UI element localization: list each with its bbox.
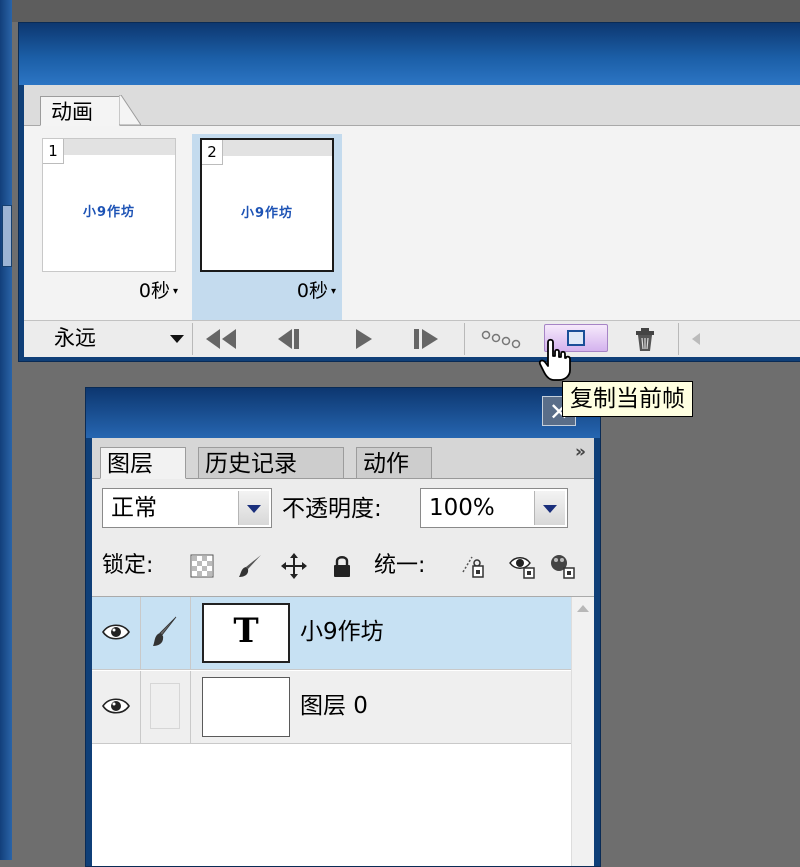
layer-name[interactable]: 小9作坊 [300,615,384,649]
layer-row-image[interactable]: 图层 0 [92,671,572,744]
layers-tab-row: 图层 历史记录 动作 » [92,438,594,479]
text-layer-icon: T [233,611,259,651]
unify-position-icon[interactable] [460,552,488,580]
blend-opacity-row: 正常 不透明度: 100% [92,480,594,532]
unify-visibility-icon[interactable] [508,552,536,580]
toolbar-separator [678,323,679,355]
panel-menu-icon[interactable]: » [575,442,586,462]
eye-icon [102,624,130,640]
blend-mode-value: 正常 [111,495,157,521]
layer-link-toggle[interactable] [140,597,191,669]
tab-history[interactable]: 历史记录 [198,447,344,479]
lock-row: 锁定: 统一: [92,546,594,586]
tab-actions[interactable]: 动作 [356,447,432,479]
opacity-label: 不透明度: [282,496,382,522]
layer-visibility-toggle[interactable] [92,597,141,669]
animation-frame-1[interactable]: 1 小9作坊 0秒 ▾ [34,134,184,320]
frame-thumbnail[interactable]: 1 小9作坊 [42,138,176,272]
first-frame-icon[interactable] [200,325,244,353]
animation-tab-row: 动画 [24,85,800,126]
scroll-up-icon[interactable] [577,605,589,612]
desktop-top-strip [0,0,800,22]
layer-thumbnail[interactable] [202,677,290,737]
layer-thumbnail[interactable]: T [202,603,290,663]
animation-controls-bar: 永远 [24,320,800,357]
tab-actions-label: 动作 [363,451,409,477]
layers-titlebar[interactable]: ✕ [86,388,600,438]
layer-list: T 小9作坊 图层 0 [92,596,594,866]
opacity-value: 100% [429,495,495,521]
frame-content-text: 小9作坊 [82,205,136,220]
tab-layers[interactable]: 图层 [100,447,186,479]
frames-strip: 1 小9作坊 0秒 ▾ 2 小9作坊 0秒 ▾ [24,126,800,320]
tab-animation[interactable]: 动画 [40,96,120,126]
next-frame-icon[interactable] [408,325,448,353]
tween-icon[interactable] [478,325,526,353]
dropdown-arrow-icon [170,335,184,343]
tab-slant-decoration [119,95,141,125]
play-icon[interactable] [346,325,382,353]
trash-icon[interactable] [628,325,662,353]
blend-mode-dropdown[interactable]: 正常 [102,488,272,528]
lock-label: 锁定: [102,553,154,578]
toolbar-separator [192,323,193,355]
scroll-left-icon[interactable] [686,325,706,353]
toolbar-separator [464,323,465,355]
loop-options-dropdown[interactable]: 永远 [54,323,184,353]
lock-image-brush-icon[interactable] [236,552,264,580]
lock-position-move-icon[interactable] [280,552,308,580]
dropdown-arrow-icon [534,491,565,525]
tab-animation-label: 动画 [51,100,93,124]
frame-content-text: 小9作坊 [240,206,294,221]
layer-visibility-toggle[interactable] [92,671,141,743]
tab-history-label: 历史记录 [205,451,297,477]
frame-delay-value: 0秒 [138,280,170,302]
delay-arrow-icon: ▾ [172,285,178,297]
animation-frame-2[interactable]: 2 小9作坊 0秒 ▾ [192,134,342,320]
frame-delay-dropdown[interactable]: 0秒 ▾ [297,278,336,305]
delay-arrow-icon: ▾ [330,285,336,297]
hand-cursor-icon [538,338,571,381]
layers-panel-body: 图层 历史记录 动作 » 正常 不透明度: 100% 锁定: 统一: T 小9作… [92,438,594,866]
layer-list-scrollbar[interactable] [571,597,594,866]
tab-layers-label: 图层 [107,451,153,477]
frame-number: 1 [43,139,64,164]
animation-titlebar[interactable] [19,23,800,85]
brush-icon [153,616,177,646]
frame-number: 2 [202,140,223,165]
animation-window: 动画 1 小9作坊 0秒 ▾ 2 小9作坊 0秒 ▾ 永远 [18,22,800,362]
dropdown-arrow-icon [238,491,269,525]
frame-delay-value: 0秒 [296,280,328,302]
layer-row-text[interactable]: T 小9作坊 [92,597,572,670]
loop-option-value: 永远 [54,326,96,350]
left-window-edge [0,0,12,860]
empty-link-slot [150,683,180,729]
layer-link-toggle[interactable] [140,671,191,743]
opacity-field[interactable]: 100% [420,488,568,528]
lock-transparency-icon[interactable] [188,552,216,580]
layer-name[interactable]: 图层 0 [300,689,368,723]
eye-icon [102,698,130,714]
frame-delay-dropdown[interactable]: 0秒 ▾ [139,278,178,305]
layers-window: ✕ 图层 历史记录 动作 » 正常 不透明度: 100% 锁定: 统一: T 小… [85,387,601,867]
left-edge-handle[interactable] [2,205,12,267]
animation-panel-body: 动画 1 小9作坊 0秒 ▾ 2 小9作坊 0秒 ▾ 永远 [24,85,800,357]
lock-all-icon[interactable] [328,552,356,580]
unify-label: 统一: [374,553,426,578]
tooltip: 复制当前帧 [562,381,693,417]
previous-frame-icon[interactable] [270,325,310,353]
frame-thumbnail[interactable]: 2 小9作坊 [200,138,334,272]
unify-style-icon[interactable] [548,552,576,580]
